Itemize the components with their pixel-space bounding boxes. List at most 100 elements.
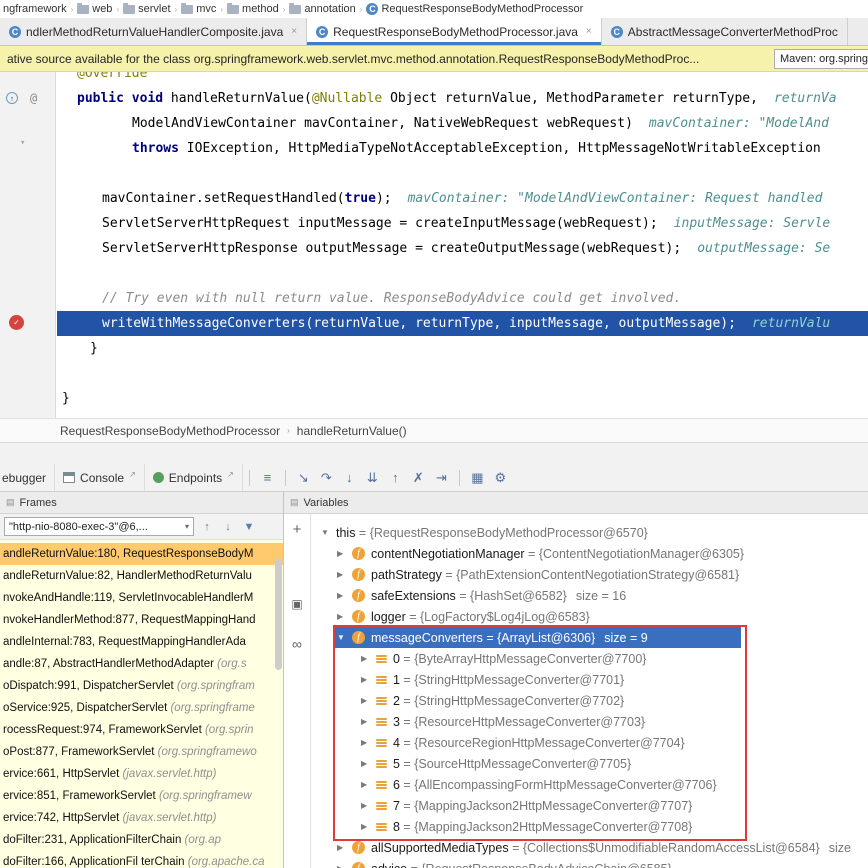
frame-row[interactable]: rocessRequest:974, FrameworkServlet (org… <box>0 719 283 741</box>
frame-row[interactable]: andleReturnValue:82, HandlerMethodReturn… <box>0 565 283 587</box>
code-editor[interactable]: ↑ @ ▾ ✓ @Overridepublic void handleRetur… <box>0 72 868 418</box>
breadcrumb-item[interactable]: RequestResponseBodyMethodProcessor <box>60 424 280 438</box>
variable-row[interactable]: ▶fsafeExtensions = {HashSet@6582}size = … <box>311 585 868 606</box>
code-line[interactable]: mavContainer.setRequestHandled(true);mav… <box>57 186 868 211</box>
variable-row[interactable]: ▶fpathStrategy = {PathExtensionContentNe… <box>311 564 868 585</box>
code-area[interactable]: @Overridepublic void handleReturnValue(@… <box>57 72 868 411</box>
splitter[interactable] <box>0 442 868 464</box>
code-line[interactable]: ServletServerHttpRequest inputMessage = … <box>57 211 868 236</box>
chevron-right-icon[interactable]: ▶ <box>337 591 352 600</box>
breadcrumb-item[interactable]: web <box>77 3 112 15</box>
frame-row[interactable]: nvokeHandlerMethod:877, RequestMappingHa… <box>0 609 283 631</box>
chevron-right-icon[interactable]: ▶ <box>361 717 376 726</box>
variable-row[interactable]: ▶8 = {MappingJackson2HttpMessageConverte… <box>311 816 868 837</box>
variable-row[interactable]: ▶0 = {ByteArrayHttpMessageConverter@7700… <box>311 648 868 669</box>
breadcrumb-item[interactable]: mvc <box>181 3 216 15</box>
code-line[interactable]: } <box>57 386 868 411</box>
chevron-right-icon[interactable]: ▶ <box>361 696 376 705</box>
breadcrumb-item[interactable]: servlet <box>123 3 170 15</box>
frame-row[interactable]: oService:925, DispatcherServlet (org.spr… <box>0 697 283 719</box>
code-line[interactable]: @Override <box>57 72 868 86</box>
variable-row[interactable]: ▶2 = {StringHttpMessageConverter@7702} <box>311 690 868 711</box>
chevron-right-icon[interactable]: ▶ <box>361 822 376 831</box>
breadcrumb-item[interactable]: ngframework <box>3 3 67 15</box>
thread-selector[interactable]: "http-nio-8080-exec-3"@6,... ▾ <box>4 517 194 536</box>
step-into-icon[interactable]: ↓ <box>338 470 361 485</box>
chevron-right-icon[interactable]: ▶ <box>361 801 376 810</box>
breakpoint-hit-icon[interactable]: ✓ <box>9 315 24 330</box>
chevron-right-icon[interactable]: ▶ <box>361 675 376 684</box>
next-frame-icon[interactable]: ↓ <box>220 521 236 533</box>
breadcrumb-item[interactable]: handleReturnValue() <box>297 424 407 438</box>
frame-row[interactable]: oPost:877, FrameworkServlet (org.springf… <box>0 741 283 763</box>
code-line[interactable]: public void handleReturnValue(@Nullable … <box>57 86 868 111</box>
frame-row[interactable]: andle:87, AbstractHandlerMethodAdapter (… <box>0 653 283 675</box>
step-out-icon[interactable]: ↑ <box>384 470 407 485</box>
variable-row[interactable]: ▶fallSupportedMediaTypes = {Collections$… <box>311 837 868 858</box>
editor-tab[interactable]: CRequestResponseBodyMethodProcessor.java… <box>307 18 602 45</box>
editor-tab[interactable]: CAbstractMessageConverterMethodProc <box>602 18 848 45</box>
drop-frame-icon[interactable]: ✗ <box>407 470 430 486</box>
fold-arrow-icon[interactable]: ▾ <box>20 138 25 148</box>
frames-scrollbar[interactable] <box>275 558 282 670</box>
chevron-down-icon[interactable]: ▼ <box>337 633 352 642</box>
breadcrumb-item[interactable]: CRequestResponseBodyMethodProcessor <box>366 3 583 15</box>
breadcrumb-item[interactable]: method <box>227 3 279 15</box>
tool-tab-debugger[interactable]: ebugger <box>0 464 55 491</box>
code-line[interactable]: // Try even with null return value. Resp… <box>57 286 868 311</box>
variable-row[interactable]: ▼fmessageConverters = {ArrayList@6306}si… <box>311 627 868 648</box>
variable-row[interactable]: ▶4 = {ResourceRegionHttpMessageConverter… <box>311 732 868 753</box>
frame-row[interactable]: doFilter:231, ApplicationFilterChain (or… <box>0 829 283 851</box>
code-line[interactable]: throws IOException, HttpMediaTypeNotAcce… <box>57 136 868 161</box>
breadcrumb-item[interactable]: annotation <box>289 3 355 15</box>
filter-frames-icon[interactable]: ▼ <box>241 521 257 533</box>
chevron-right-icon[interactable]: ▶ <box>337 843 352 852</box>
settings-icon[interactable]: ⚙ <box>489 470 512 486</box>
code-line[interactable]: } <box>57 336 868 361</box>
code-line[interactable] <box>57 361 868 386</box>
variable-row[interactable]: ▶7 = {MappingJackson2HttpMessageConverte… <box>311 795 868 816</box>
chevron-right-icon[interactable]: ▶ <box>337 864 352 868</box>
frame-row[interactable]: andleReturnValue:180, RequestResponseBod… <box>0 543 283 565</box>
tool-tab-endpoints[interactable]: Endpoints↗ <box>145 464 243 491</box>
close-icon[interactable]: × <box>586 26 592 37</box>
frame-row[interactable]: oDispatch:991, DispatcherServlet (org.sp… <box>0 675 283 697</box>
frame-row[interactable]: doFilter:166, ApplicationFil terChain (o… <box>0 851 283 868</box>
chevron-down-icon[interactable]: ▼ <box>321 528 336 537</box>
variable-row[interactable]: ▶3 = {ResourceHttpMessageConverter@7703} <box>311 711 868 732</box>
variable-row[interactable]: ▶fadvice = {RequestResponseBodyAdviceCha… <box>311 858 868 868</box>
chevron-right-icon[interactable]: ▶ <box>361 759 376 768</box>
variable-row[interactable]: ▶fcontentNegotiationManager = {ContentNe… <box>311 543 868 564</box>
copy-value-icon[interactable]: ▣ <box>291 596 302 612</box>
code-line[interactable] <box>57 161 868 186</box>
source-selector-dropdown[interactable]: Maven: org.spring ▾ <box>774 49 868 69</box>
code-line[interactable]: ServletServerHttpResponse outputMessage … <box>57 236 868 261</box>
frame-row[interactable]: nvokeAndHandle:119, ServletInvocableHand… <box>0 587 283 609</box>
variable-row[interactable]: ▶flogger = {LogFactory$Log4jLog@6583} <box>311 606 868 627</box>
code-line[interactable]: ModelAndViewContainer mavContainer, Nati… <box>57 111 868 136</box>
variable-row[interactable]: ▶6 = {AllEncompassingFormHttpMessageConv… <box>311 774 868 795</box>
code-line[interactable] <box>57 261 868 286</box>
chevron-right-icon[interactable]: ▶ <box>337 570 352 579</box>
force-step-into-icon[interactable]: ⇊ <box>361 470 384 486</box>
override-method-gutter-icon[interactable]: ↑ <box>6 92 18 104</box>
layout-menu-icon[interactable]: ≡ <box>256 470 279 485</box>
frame-row[interactable]: ervice:742, HttpServlet (javax.servlet.h… <box>0 807 283 829</box>
close-icon[interactable]: × <box>291 26 297 37</box>
editor-tab[interactable]: CndlerMethodReturnValueHandlerComposite.… <box>0 18 307 45</box>
view-as-table-icon[interactable]: ▦ <box>466 470 489 486</box>
tool-tab-console[interactable]: Console↗ <box>55 464 145 491</box>
previous-frame-icon[interactable]: ↑ <box>199 521 215 533</box>
editor-gutter[interactable] <box>0 72 56 418</box>
execution-line[interactable]: writeWithMessageConverters(returnValue, … <box>57 311 868 336</box>
chevron-right-icon[interactable]: ▶ <box>337 612 352 621</box>
chevron-right-icon[interactable]: ▶ <box>337 549 352 558</box>
show-execution-point-icon[interactable]: ↘ <box>292 470 315 486</box>
variable-row[interactable]: ▶5 = {SourceHttpMessageConverter@7705} <box>311 753 868 774</box>
step-over-icon[interactable]: ↷ <box>315 470 338 486</box>
chevron-right-icon[interactable]: ▶ <box>361 780 376 789</box>
frame-row[interactable]: andleInternal:783, RequestMappingHandler… <box>0 631 283 653</box>
variable-row[interactable]: ▼this = {RequestResponseBodyMethodProces… <box>311 522 868 543</box>
frame-row[interactable]: ervice:661, HttpServlet (javax.servlet.h… <box>0 763 283 785</box>
chevron-right-icon[interactable]: ▶ <box>361 654 376 663</box>
